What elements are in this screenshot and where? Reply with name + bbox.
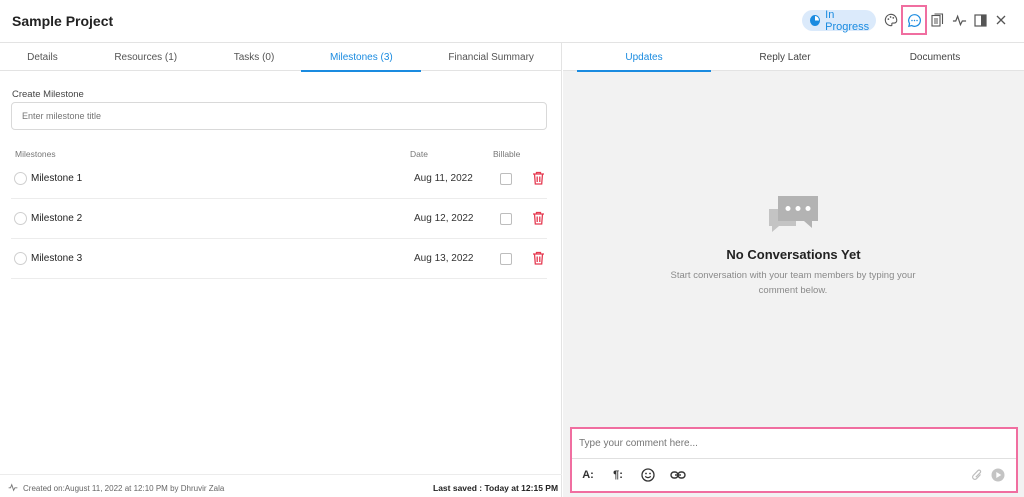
milestone-date: Aug 11, 2022: [414, 173, 473, 184]
close-icon[interactable]: [990, 9, 1012, 31]
left-tabs: Details Resources (1) Tasks (0) Mileston…: [0, 43, 561, 72]
create-milestone-label: Create Milestone: [12, 89, 84, 100]
empty-state-title: No Conversations Yet: [726, 247, 861, 262]
billable-checkbox[interactable]: [500, 173, 512, 185]
milestone-radio[interactable]: [14, 212, 27, 225]
milestone-radio[interactable]: [14, 172, 27, 185]
comment-composer: A: ¶:: [570, 427, 1018, 493]
tab-updates[interactable]: Updates: [577, 43, 711, 72]
trash-icon[interactable]: [532, 171, 546, 185]
status-badge[interactable]: In Progress: [802, 8, 876, 33]
tab-milestones[interactable]: Milestones (3): [301, 43, 422, 72]
right-tabs: Updates Reply Later Documents: [563, 43, 1024, 72]
tab-tasks[interactable]: Tasks (0): [207, 43, 302, 71]
milestone-date: Aug 12, 2022: [414, 213, 474, 224]
milestone-row: Milestone 3 Aug 13, 2022: [11, 239, 547, 279]
milestone-name: Milestone 3: [31, 253, 83, 264]
column-header-date: Date: [410, 149, 428, 159]
text-format-button[interactable]: A:: [580, 467, 596, 483]
chat-icon[interactable]: [901, 5, 927, 35]
status-label: In Progress: [825, 8, 870, 33]
last-saved: Last saved : Today at 12:15 PM: [433, 483, 559, 493]
tab-reply-later[interactable]: Reply Later: [718, 43, 852, 71]
comment-input[interactable]: [572, 429, 1016, 459]
column-header-billable: Billable: [493, 149, 521, 159]
milestone-name: Milestone 1: [31, 173, 83, 184]
milestone-radio[interactable]: [14, 252, 27, 265]
palette-icon[interactable]: [880, 9, 902, 31]
milestone-row: Milestone 1 Aug 11, 2022: [11, 159, 547, 199]
progress-icon: [810, 15, 821, 26]
activity-icon: [8, 483, 18, 494]
tab-financial-summary[interactable]: Financial Summary: [421, 43, 561, 71]
milestone-date: Aug 13, 2022: [414, 253, 474, 264]
panel-icon[interactable]: [969, 9, 991, 31]
footer: Created on:August 11, 2022 at 12:10 PM b…: [0, 474, 562, 497]
conversation-bubbles-icon: [766, 193, 821, 242]
header: Sample Project In Progress: [0, 0, 1024, 43]
tab-resources[interactable]: Resources (1): [85, 43, 207, 71]
billable-checkbox[interactable]: [500, 253, 512, 265]
empty-state-subtitle: Start conversation with your team member…: [670, 270, 916, 296]
column-header-milestones: Milestones: [15, 149, 56, 159]
milestone-row: Milestone 2 Aug 12, 2022: [11, 199, 547, 239]
trash-icon[interactable]: [532, 251, 546, 265]
trash-icon[interactable]: [532, 211, 546, 225]
activity-icon[interactable]: [948, 9, 970, 31]
billable-checkbox[interactable]: [500, 213, 512, 225]
milestones-panel: Details Resources (1) Tasks (0) Mileston…: [0, 43, 562, 497]
send-icon[interactable]: [990, 467, 1006, 483]
milestone-name: Milestone 2: [31, 213, 83, 224]
tab-details[interactable]: Details: [0, 43, 85, 71]
document-icon[interactable]: [926, 9, 948, 31]
paragraph-format-button[interactable]: ¶:: [610, 467, 626, 483]
link-icon[interactable]: [670, 467, 686, 483]
page-title: Sample Project: [12, 13, 114, 29]
milestone-title-input[interactable]: [11, 102, 547, 130]
attach-icon[interactable]: [969, 467, 985, 483]
conversation-panel: Updates Reply Later Documents No Convers…: [563, 43, 1024, 497]
tab-documents[interactable]: Documents: [868, 43, 1002, 71]
created-info: Created on:August 11, 2022 at 12:10 PM b…: [23, 484, 225, 493]
emoji-icon[interactable]: [640, 467, 656, 483]
